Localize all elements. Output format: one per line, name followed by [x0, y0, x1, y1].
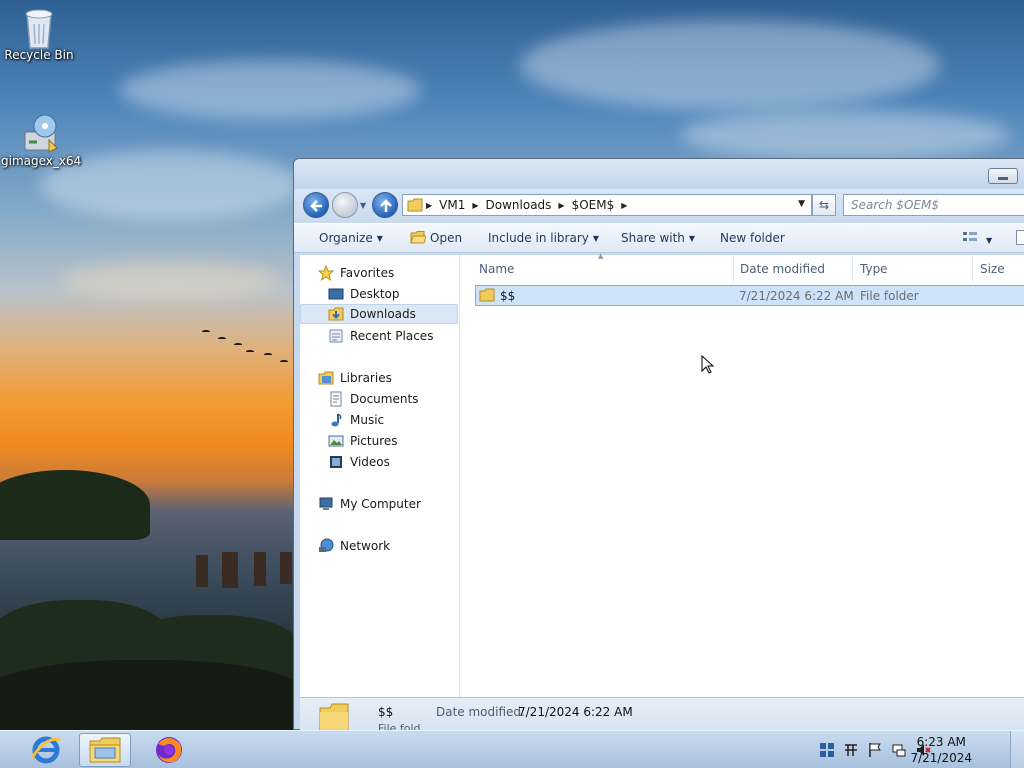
search-input[interactable]: Search $OEM$	[843, 194, 1024, 216]
downloads-folder-icon	[328, 306, 344, 322]
column-header-type[interactable]: Type	[860, 262, 888, 276]
column-header-size[interactable]: Size	[980, 262, 1005, 276]
up-button[interactable]	[372, 192, 398, 218]
sort-ascending-icon: ▲	[598, 252, 604, 260]
refresh-icon: ⇆	[818, 198, 830, 212]
taskbar-file-explorer[interactable]	[79, 733, 131, 767]
up-arrow-icon	[380, 199, 392, 212]
star-icon	[317, 264, 335, 282]
title-bar[interactable]	[294, 159, 1024, 189]
taskbar: 6:23 AM 7/21/2024	[0, 730, 1024, 768]
forward-button[interactable]	[332, 192, 358, 218]
network-tray-icon[interactable]	[891, 742, 907, 758]
breadcrumb-segment[interactable]: Downloads	[486, 198, 552, 212]
taskbar-internet-explorer[interactable]	[20, 733, 72, 767]
details-pane: $$ Date modified: 7/21/2024 6:22 AM File…	[300, 697, 1024, 731]
file-explorer-icon	[89, 737, 121, 763]
refresh-button[interactable]: ⇆	[812, 194, 836, 216]
chevron-down-icon: ▼	[986, 236, 993, 245]
share-with-button[interactable]: Share with ▼	[621, 231, 695, 245]
file-list[interactable]: ▲ Name Date modified Type Size $$ 7/21/2…	[460, 252, 1024, 697]
pictures-icon	[328, 433, 344, 449]
chevron-down-icon: ▼	[376, 234, 383, 243]
back-arrow-icon	[310, 200, 322, 212]
command-bar: Organize ▼ Open Include in library ▼ Share…	[294, 223, 1024, 253]
clock-date: 7/21/2024	[910, 751, 972, 765]
nav-music[interactable]: Music	[328, 410, 384, 430]
column-header-name[interactable]: Name	[479, 262, 514, 276]
preview-pane-button[interactable]	[1016, 230, 1024, 245]
action-center-flag-icon[interactable]	[867, 742, 883, 758]
desktop-icon-label: gimagex_x64	[1, 154, 82, 168]
nav-desktop[interactable]: Desktop	[328, 284, 400, 304]
file-date: 7/21/2024 6:22 AM	[739, 289, 854, 303]
firefox-icon	[156, 737, 182, 763]
table-row[interactable]: $$ 7/21/2024 6:22 AM File folder	[475, 285, 1024, 306]
recent-pages-dropdown[interactable]: ▼	[360, 201, 366, 210]
internet-explorer-icon	[30, 736, 61, 764]
details-name: $$	[378, 705, 394, 719]
open-folder-icon	[410, 231, 427, 244]
address-dropdown-icon[interactable]: ▼	[798, 199, 805, 209]
recycle-bin-icon	[19, 6, 59, 49]
back-button[interactable]	[303, 192, 329, 218]
minimize-button[interactable]	[988, 168, 1018, 184]
folder-icon	[407, 198, 423, 212]
music-note-icon	[328, 412, 344, 428]
chevron-right-icon: ▶	[426, 200, 433, 210]
nav-videos[interactable]: Videos	[328, 452, 390, 472]
nav-my-computer[interactable]: My Computer	[318, 494, 421, 514]
nav-recent-places[interactable]: Recent Places	[328, 326, 433, 346]
open-button[interactable]: Open	[410, 231, 462, 245]
system-clock[interactable]: 6:23 AM 7/21/2024	[910, 734, 972, 766]
address-bar[interactable]: ▶ VM1 ▶ Downloads ▶ $OEM$ ▶ ▼	[402, 194, 812, 216]
desktop-icon	[328, 286, 344, 302]
include-in-library-button[interactable]: Include in library ▼	[488, 231, 599, 245]
navigation-pane: Favorites Desktop Downloads Recent Place…	[300, 255, 460, 697]
view-options-button[interactable]: ▼	[962, 230, 992, 247]
desktop-icon-gimagex[interactable]: gimagex_x64	[1, 112, 81, 168]
nav-downloads[interactable]: Downloads	[300, 304, 458, 324]
chevron-right-icon[interactable]: ▶	[621, 201, 627, 210]
file-name: $$	[500, 289, 516, 303]
taskbar-firefox[interactable]	[143, 733, 195, 767]
desktop-icon-recycle-bin[interactable]: Recycle Bin	[1, 6, 77, 62]
network-icon	[318, 538, 334, 554]
column-header-date-modified[interactable]: Date modified	[740, 262, 825, 276]
input-method-icon[interactable]	[843, 742, 859, 758]
language-icon[interactable]	[819, 742, 835, 758]
nav-network[interactable]: Network	[318, 536, 390, 556]
computer-icon	[318, 496, 334, 512]
mouse-cursor-icon	[701, 355, 715, 374]
desktop-icon-label: Recycle Bin	[4, 48, 74, 62]
videos-icon	[328, 454, 344, 470]
documents-icon	[328, 391, 344, 407]
chevron-right-icon[interactable]: ▶	[472, 201, 478, 210]
navigation-bar: ▼ ▶ VM1 ▶ Downloads ▶ $OEM$ ▶ ▼ ⇆ Search…	[294, 189, 1024, 223]
organize-button[interactable]: Organize ▼	[319, 231, 383, 245]
view-icon	[963, 232, 977, 241]
recent-places-icon	[328, 328, 344, 344]
gimagex-icon	[19, 112, 59, 153]
folder-icon	[479, 288, 495, 305]
nav-pictures[interactable]: Pictures	[328, 431, 398, 451]
chevron-right-icon[interactable]: ▶	[558, 201, 564, 210]
breadcrumb-segment[interactable]: $OEM$	[572, 198, 615, 212]
breadcrumb-segment[interactable]: VM1	[439, 198, 465, 212]
nav-favorites[interactable]: Favorites	[317, 263, 394, 283]
details-date-label: Date modified:	[436, 705, 526, 719]
file-type: File folder	[860, 289, 919, 303]
explorer-window[interactable]: ▼ ▶ VM1 ▶ Downloads ▶ $OEM$ ▶ ▼ ⇆ Search…	[293, 158, 1024, 731]
nav-documents[interactable]: Documents	[328, 389, 418, 409]
chevron-down-icon: ▼	[688, 234, 696, 243]
nav-libraries[interactable]: Libraries	[318, 368, 392, 388]
clock-time: 6:23 AM	[916, 735, 966, 749]
libraries-icon	[318, 370, 334, 386]
show-desktop-button[interactable]	[1010, 731, 1024, 768]
new-folder-button[interactable]: New folder	[720, 231, 785, 245]
details-date-value: 7/21/2024 6:22 AM	[518, 705, 633, 719]
chevron-down-icon: ▼	[592, 234, 600, 243]
